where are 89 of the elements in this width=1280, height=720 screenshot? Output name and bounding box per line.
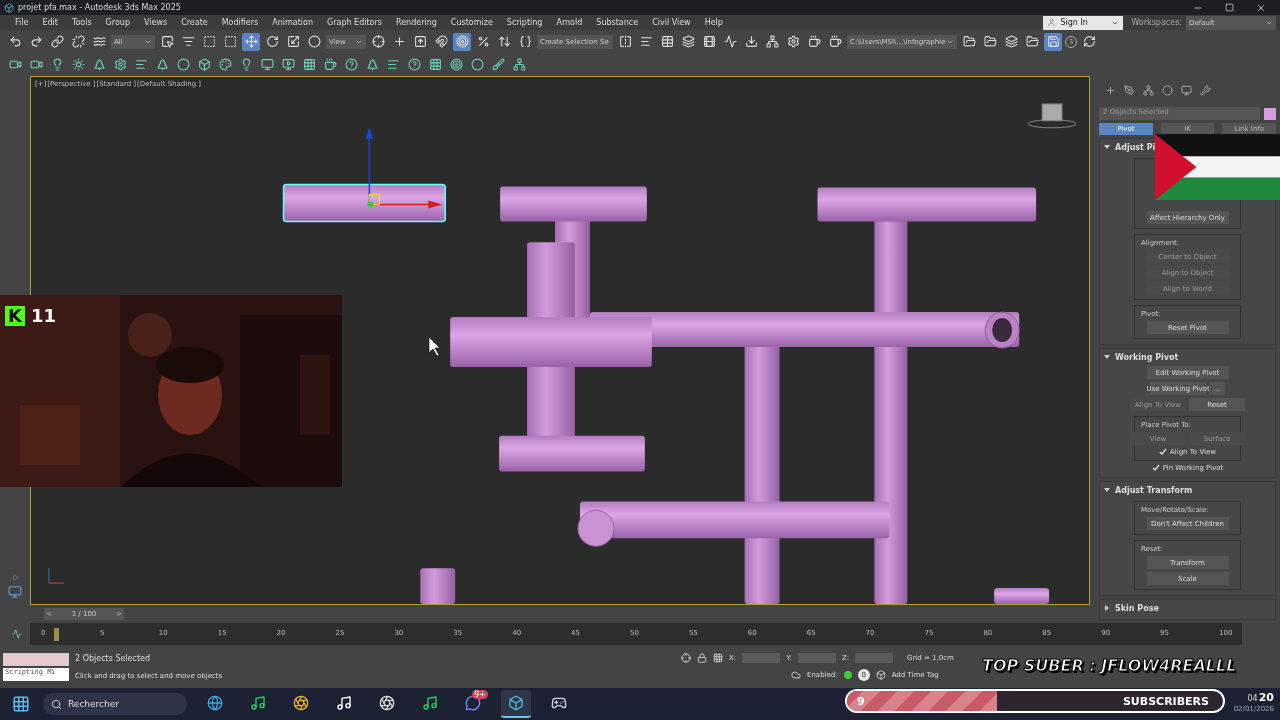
curve-icon[interactable]	[12, 629, 22, 639]
aperture-icon	[379, 695, 395, 711]
clock-hour: 04	[1247, 694, 1258, 703]
menu-item[interactable]: Create	[174, 18, 215, 27]
caret-icon[interactable]	[1104, 487, 1110, 493]
hierarchy-icon[interactable]	[1143, 85, 1154, 96]
viewcube-icon[interactable]	[1027, 103, 1077, 129]
help-icon[interactable]	[405, 55, 423, 74]
menu-item[interactable]: Modifiers	[214, 18, 266, 27]
taskbar-app-button[interactable]	[501, 690, 531, 718]
menu-item[interactable]: Rendering	[388, 18, 444, 27]
subscriber-count: 9	[857, 694, 865, 708]
pen-icon[interactable]	[1124, 85, 1135, 96]
target-icon[interactable]	[447, 55, 465, 74]
cursor-icon	[428, 336, 440, 357]
menu-item[interactable]: Animation	[265, 18, 321, 27]
cube-icon	[508, 695, 524, 711]
save-icon[interactable]	[1044, 32, 1062, 51]
sphere-icon[interactable]	[305, 32, 323, 51]
ring-icon[interactable]	[174, 55, 192, 74]
move-icon[interactable]	[242, 32, 260, 51]
menu-item[interactable]: Scripting	[499, 18, 550, 27]
palette-icon[interactable]	[216, 55, 234, 74]
rollout-title[interactable]: Skin Pose	[1115, 603, 1159, 613]
selected-pipe[interactable]	[282, 183, 446, 223]
circle-icon[interactable]	[1162, 85, 1173, 96]
checkbox[interactable]	[1159, 448, 1167, 456]
flag-icon	[1155, 134, 1280, 200]
window-title: projet pfa.max - Autodesk 3ds Max 2025	[18, 3, 181, 12]
network-icon[interactable]	[763, 32, 781, 51]
taskbar-app-button[interactable]: 9+	[458, 690, 488, 718]
rollout-title[interactable]: Adjust Transform	[1115, 485, 1193, 495]
notification-badge: 9+	[472, 690, 488, 699]
music-note-icon	[250, 695, 266, 711]
close-icon[interactable]	[1256, 2, 1266, 13]
cube-icon[interactable]	[875, 669, 886, 680]
nodes-icon[interactable]	[510, 55, 528, 74]
maximize-icon[interactable]	[1225, 2, 1234, 12]
menu-item[interactable]: Graph Editors	[320, 18, 389, 27]
move-gizmo-icon[interactable]	[365, 126, 443, 209]
listener-output[interactable]	[3, 652, 69, 666]
music-note-icon	[422, 695, 438, 711]
gamepad-icon	[551, 695, 567, 711]
workspaces-label: Workspaces:	[1131, 18, 1182, 27]
monitor-icon[interactable]	[1181, 85, 1192, 96]
subscriber-label: SUBSCRIBERS	[1122, 694, 1209, 708]
app-logo-icon	[4, 2, 14, 13]
user-icon	[1047, 18, 1057, 27]
chat-bubble-icon	[465, 695, 481, 711]
globe-icon	[207, 695, 223, 711]
search-field[interactable]: Rechercher	[43, 693, 187, 715]
rollout-title[interactable]: Adjust Pi	[1115, 142, 1156, 152]
menu-item[interactable]: Group	[98, 18, 137, 27]
music-note-icon	[336, 695, 352, 711]
monitor-icon[interactable]	[8, 585, 22, 599]
link-icon[interactable]	[48, 32, 66, 51]
time-marker[interactable]	[54, 628, 59, 641]
help-icon[interactable]	[342, 55, 360, 74]
start-icon[interactable]	[12, 695, 30, 713]
clock-minute: 20	[1258, 691, 1274, 704]
selection-status: 2 Objects Selected	[75, 653, 152, 663]
caret-icon[interactable]	[1104, 354, 1110, 360]
sun-icon[interactable]	[69, 55, 87, 74]
menu-item[interactable]: Customize	[443, 18, 500, 27]
aperture-icon	[293, 695, 309, 711]
menu-item[interactable]: Civil View	[645, 18, 698, 27]
menu-item[interactable]: Edit	[35, 18, 65, 27]
create-icon[interactable]	[1105, 85, 1116, 96]
menu-item[interactable]: Tools	[64, 18, 99, 27]
follower-count: 11	[30, 305, 56, 326]
rollout-title[interactable]: Working Pivot	[1115, 352, 1179, 362]
axis-tripod-icon	[48, 567, 65, 584]
wrench-icon[interactable]	[1200, 85, 1211, 96]
checkbox[interactable]	[1151, 464, 1160, 472]
follower-logo: K	[5, 305, 25, 326]
menu-item[interactable]: Help	[697, 18, 730, 27]
object-color-swatch[interactable]	[1264, 107, 1276, 120]
menu-item[interactable]: Substance	[589, 18, 646, 27]
menu-item[interactable]: File	[8, 18, 36, 27]
snap-icon[interactable]	[432, 32, 450, 51]
folder-stack-icon[interactable]	[1002, 32, 1020, 51]
menu-item[interactable]: Arnold	[549, 18, 590, 27]
menu-item[interactable]: Views	[136, 18, 175, 27]
unlink-icon[interactable]	[69, 32, 87, 51]
layers-icon[interactable]	[679, 32, 697, 51]
search-icon	[51, 698, 62, 710]
sign-in-button[interactable]: Sign In	[1043, 15, 1124, 30]
caret-icon[interactable]	[1104, 144, 1110, 150]
lock-icon[interactable]	[697, 652, 707, 663]
